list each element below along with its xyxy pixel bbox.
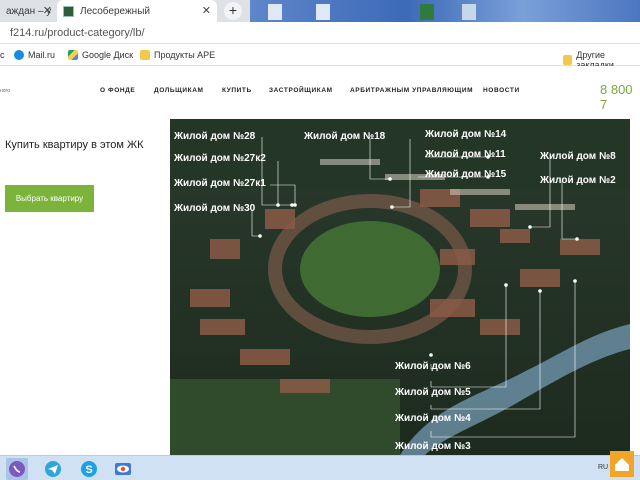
language-indicator[interactable]: RU bbox=[598, 464, 608, 471]
tab-previous[interactable]: аждан – у ✕ bbox=[0, 0, 58, 22]
folder-icon bbox=[140, 50, 150, 60]
skype-icon[interactable]: S bbox=[78, 458, 100, 480]
desktop-icons-graphic bbox=[268, 4, 476, 20]
new-tab-button[interactable]: + bbox=[224, 2, 242, 20]
viber-icon[interactable] bbox=[6, 458, 28, 480]
folder-icon bbox=[563, 55, 573, 65]
building-label[interactable]: Жилой дом №8 bbox=[539, 151, 616, 162]
building-label[interactable]: Жилой дом №4 bbox=[394, 413, 471, 424]
building-label[interactable]: Жилой дом №6 bbox=[394, 361, 471, 372]
nav-shareholders[interactable]: ДОЛЬЩИКАМ bbox=[154, 87, 204, 94]
nav-about[interactable]: О ФОНДЕ bbox=[100, 87, 135, 94]
phone-number[interactable]: 8 800 7 bbox=[600, 82, 640, 112]
building-label[interactable]: Жилой дом №15 bbox=[424, 169, 507, 180]
building-label[interactable]: Жилой дом №28 bbox=[173, 131, 256, 142]
browser-tab-bar: аждан – у ✕ Лесобережный ✕ + bbox=[0, 0, 640, 22]
tab-current[interactable]: Лесобережный ✕ bbox=[57, 0, 217, 22]
buy-apartment-heading: Купить квартиру в этом ЖК bbox=[5, 139, 144, 151]
bookmark-google-drive[interactable]: Google Диск bbox=[68, 50, 133, 60]
url-text[interactable]: f214.ru/product-category/lb/ bbox=[10, 27, 145, 39]
eye-app-icon[interactable] bbox=[112, 458, 134, 480]
mailru-icon bbox=[14, 50, 24, 60]
windows-taskbar: S RU bbox=[0, 451, 640, 480]
nav-buy[interactable]: КУПИТЬ bbox=[222, 87, 252, 94]
nav-developers[interactable]: ЗАСТРОЙЩИКАМ bbox=[269, 87, 333, 94]
building-label[interactable]: Жилой дом №27к2 bbox=[173, 153, 266, 164]
desktop-background bbox=[250, 0, 640, 22]
building-label[interactable]: Жилой дом №14 bbox=[424, 129, 507, 140]
bookmarks-bar: с Mail.ru Google Диск Продукты APE Други… bbox=[0, 44, 640, 70]
svg-text:S: S bbox=[85, 464, 92, 476]
google-drive-icon bbox=[68, 50, 78, 60]
building-label[interactable]: Жилой дом №11 bbox=[424, 149, 506, 160]
tab-title: Лесобережный bbox=[80, 5, 150, 17]
bookmark-item[interactable]: с bbox=[0, 50, 5, 60]
close-tab-icon[interactable]: ✕ bbox=[202, 4, 211, 17]
home-widget-icon[interactable] bbox=[610, 450, 634, 478]
building-label[interactable]: Жилой дом №5 bbox=[394, 387, 471, 398]
site-logo[interactable]: ного bbox=[0, 88, 10, 94]
nav-news[interactable]: НОВОСТИ bbox=[483, 87, 520, 94]
close-tab-icon[interactable]: ✕ bbox=[43, 4, 52, 17]
choose-apartment-button[interactable]: Выбрать квартиру bbox=[5, 185, 94, 212]
nav-arbitration-managers[interactable]: АРБИТРАЖНЫМ УПРАВЛЯЮЩИМ bbox=[350, 87, 473, 94]
building-label[interactable]: Жилой дом №27к1 bbox=[173, 178, 266, 189]
building-label[interactable]: Жилой дом №3 bbox=[394, 441, 471, 452]
bookmark-mailru[interactable]: Mail.ru bbox=[14, 50, 55, 60]
site-favicon-icon bbox=[63, 5, 74, 17]
building-label[interactable]: Жилой дом №2 bbox=[539, 175, 616, 186]
complex-map: Жилой дом №28 Жилой дом №27к2 Жилой дом №2… bbox=[170, 119, 630, 455]
building-label[interactable]: Жилой дом №30 bbox=[173, 203, 256, 214]
building-label[interactable]: Жилой дом №18 bbox=[303, 131, 386, 142]
telegram-icon[interactable] bbox=[42, 458, 64, 480]
aerial-map-image: Жилой дом №28 Жилой дом №27к2 Жилой дом №2… bbox=[170, 119, 630, 455]
bookmark-ape-products[interactable]: Продукты APE bbox=[140, 50, 215, 60]
address-bar[interactable]: f214.ru/product-category/lb/ bbox=[0, 22, 640, 44]
